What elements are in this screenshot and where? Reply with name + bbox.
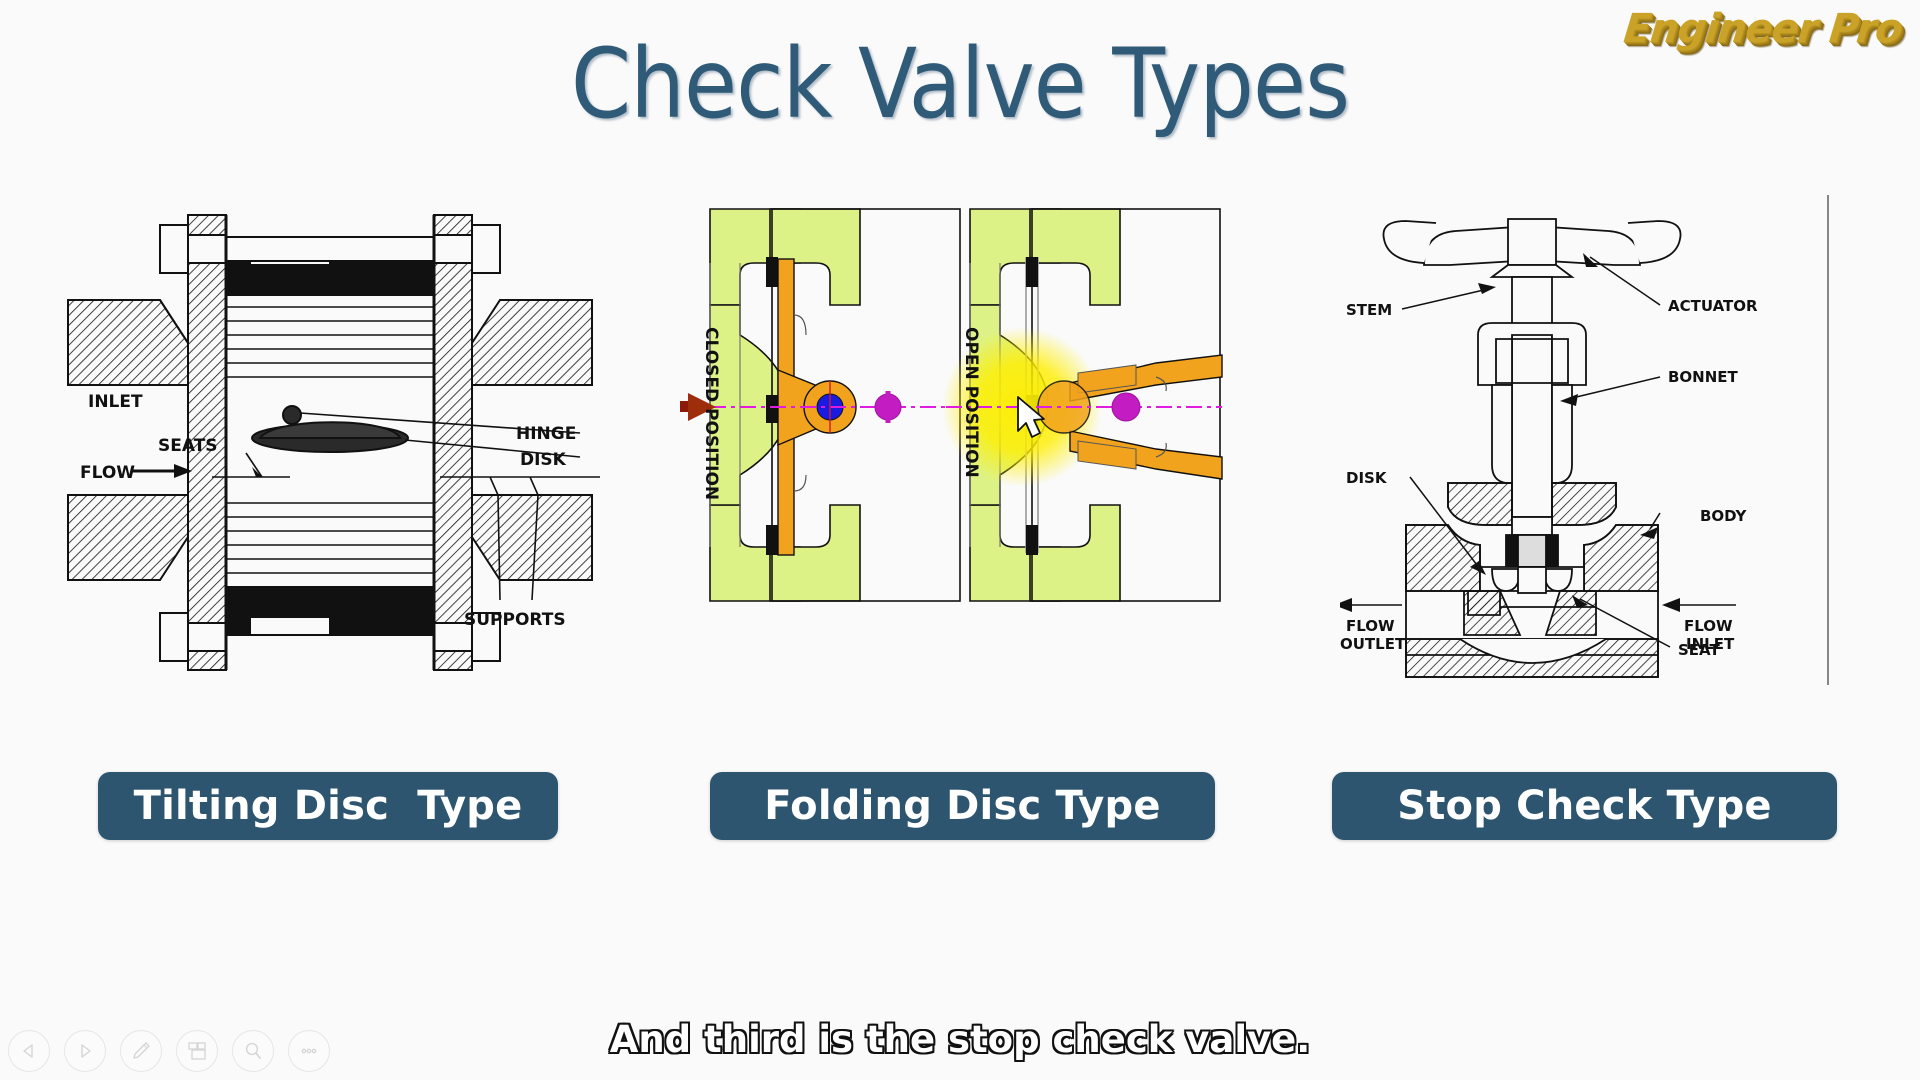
label-flow-outlet-line1: FLOW [1346, 617, 1395, 635]
label-actuator: ACTUATOR [1668, 297, 1758, 315]
zoom-button[interactable] [232, 1030, 274, 1072]
caption-stop-check-type[interactable]: Stop Check Type [1332, 772, 1837, 840]
diagram-folding-disc: CLOSED POSITION OPEN POSITION [680, 195, 1240, 725]
pen-icon [133, 1042, 150, 1059]
more-button[interactable] [288, 1030, 330, 1072]
label-disk: DISK [1346, 469, 1388, 487]
folding-disc-closed: CLOSED POSITION [680, 208, 961, 602]
label-body: BODY [1700, 507, 1748, 525]
more-icon [301, 1048, 317, 1054]
previous-icon [23, 1044, 33, 1058]
next-icon [81, 1044, 91, 1058]
label-flow-inlet-line2: INLET [1686, 635, 1735, 653]
tilting-disc-svg: INLET SEATS FLOW HINGE DISK SUPPORTS [67, 214, 600, 671]
folding-disc-svg: CLOSED POSITION OPEN POSITION [680, 208, 1223, 602]
page-title: Check Valve Types [570, 28, 1350, 140]
annotate-button[interactable] [120, 1030, 162, 1072]
previous-button[interactable] [8, 1030, 50, 1072]
label-open-position: OPEN POSITION [961, 327, 981, 478]
next-button[interactable] [64, 1030, 106, 1072]
label-stem: STEM [1346, 301, 1392, 319]
label-disk: DISK [520, 450, 567, 470]
label-flow-inlet-line1: FLOW [1684, 617, 1733, 635]
label-bonnet: BONNET [1668, 368, 1739, 386]
diagram-tilting-disc: INLET SEATS FLOW HINGE DISK SUPPORTS [60, 195, 600, 725]
label-flow: FLOW [80, 463, 135, 483]
caption-folding-disc-type[interactable]: Folding Disc Type [710, 772, 1215, 840]
label-supports: SUPPORTS [464, 610, 566, 630]
slides-icon [188, 1042, 206, 1060]
stop-check-svg: STEM ACTUATOR BONNET DISK BODY SEAT FLOW… [1340, 195, 1829, 685]
label-inlet: INLET [88, 392, 143, 412]
diagram-stop-check: STEM ACTUATOR BONNET DISK BODY SEAT FLOW… [1340, 195, 1860, 725]
label-seats: SEATS [158, 436, 218, 456]
zoom-icon [245, 1042, 261, 1059]
caption-tilting-disc-type[interactable]: Tilting Disc Type [98, 772, 558, 840]
label-hinge: HINGE [516, 424, 576, 444]
flow-arrow-icon [132, 464, 192, 478]
slides-button[interactable] [176, 1030, 218, 1072]
player-toolbar [8, 1030, 330, 1072]
label-closed-position: CLOSED POSITION [701, 327, 721, 500]
label-flow-outlet-line2: OUTLET [1340, 635, 1406, 653]
folding-disc-open: OPEN POSITION [942, 208, 1223, 602]
diagram-stage: INLET SEATS FLOW HINGE DISK SUPPORTS CLO… [0, 195, 1920, 725]
